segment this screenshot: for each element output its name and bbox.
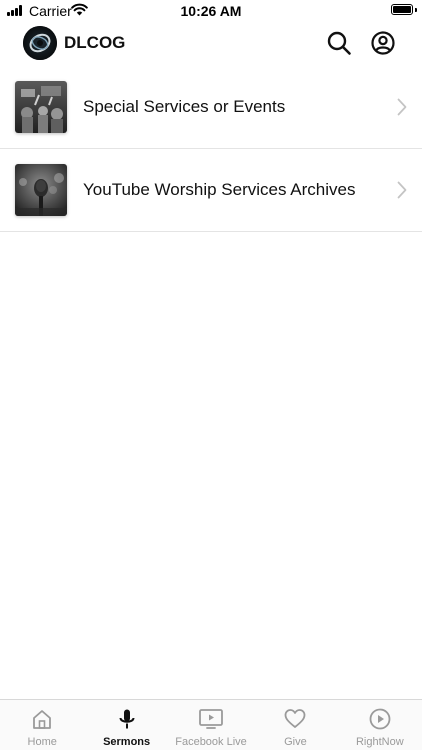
app-header: DLCOG (0, 22, 422, 66)
chevron-right-icon (397, 98, 407, 116)
chevron-right-icon (397, 181, 407, 199)
tab-label: Give (284, 736, 307, 748)
microphone-icon (119, 709, 135, 729)
tab-home[interactable]: Home (0, 700, 84, 750)
account-icon (371, 31, 395, 55)
tab-label: Sermons (103, 736, 151, 748)
heart-icon (285, 709, 306, 728)
tab-bar: Home Sermons Facebook Live Give RightNow (0, 699, 422, 750)
search-icon (327, 31, 351, 55)
tab-sermons[interactable]: Sermons (84, 700, 168, 750)
account-button[interactable] (370, 30, 396, 56)
tab-facebook-live[interactable]: Facebook Live (169, 700, 253, 750)
tab-label: Facebook Live (175, 736, 247, 748)
event-photo-thumbnail (15, 81, 67, 133)
list-item-youtube-archives[interactable]: YouTube Worship Services Archives (0, 149, 422, 232)
battery-tip (415, 8, 417, 12)
tab-label: RightNow (355, 736, 404, 748)
home-icon (33, 710, 52, 729)
play-circle-icon (369, 708, 391, 730)
tab-rightnow[interactable]: RightNow (338, 700, 422, 750)
tab-label: Home (27, 736, 57, 748)
list-item-label: YouTube Worship Services Archives (83, 180, 356, 199)
status-bar: Carrier 10:26 AM (0, 0, 422, 22)
app-title: DLCOG (64, 33, 126, 52)
list-item-label: Special Services or Events (83, 97, 286, 116)
battery-icon (391, 4, 413, 15)
search-button[interactable] (326, 30, 352, 56)
list-item-special-services[interactable]: Special Services or Events (0, 66, 422, 149)
sermon-categories-list: Special Services or Events YouTube Worsh… (0, 66, 422, 232)
tv-play-icon (199, 709, 223, 729)
tab-give[interactable]: Give (253, 700, 337, 750)
logo-icon[interactable] (23, 26, 57, 60)
status-time: 10:26 AM (180, 3, 242, 19)
microphone-photo-thumbnail (15, 164, 67, 216)
